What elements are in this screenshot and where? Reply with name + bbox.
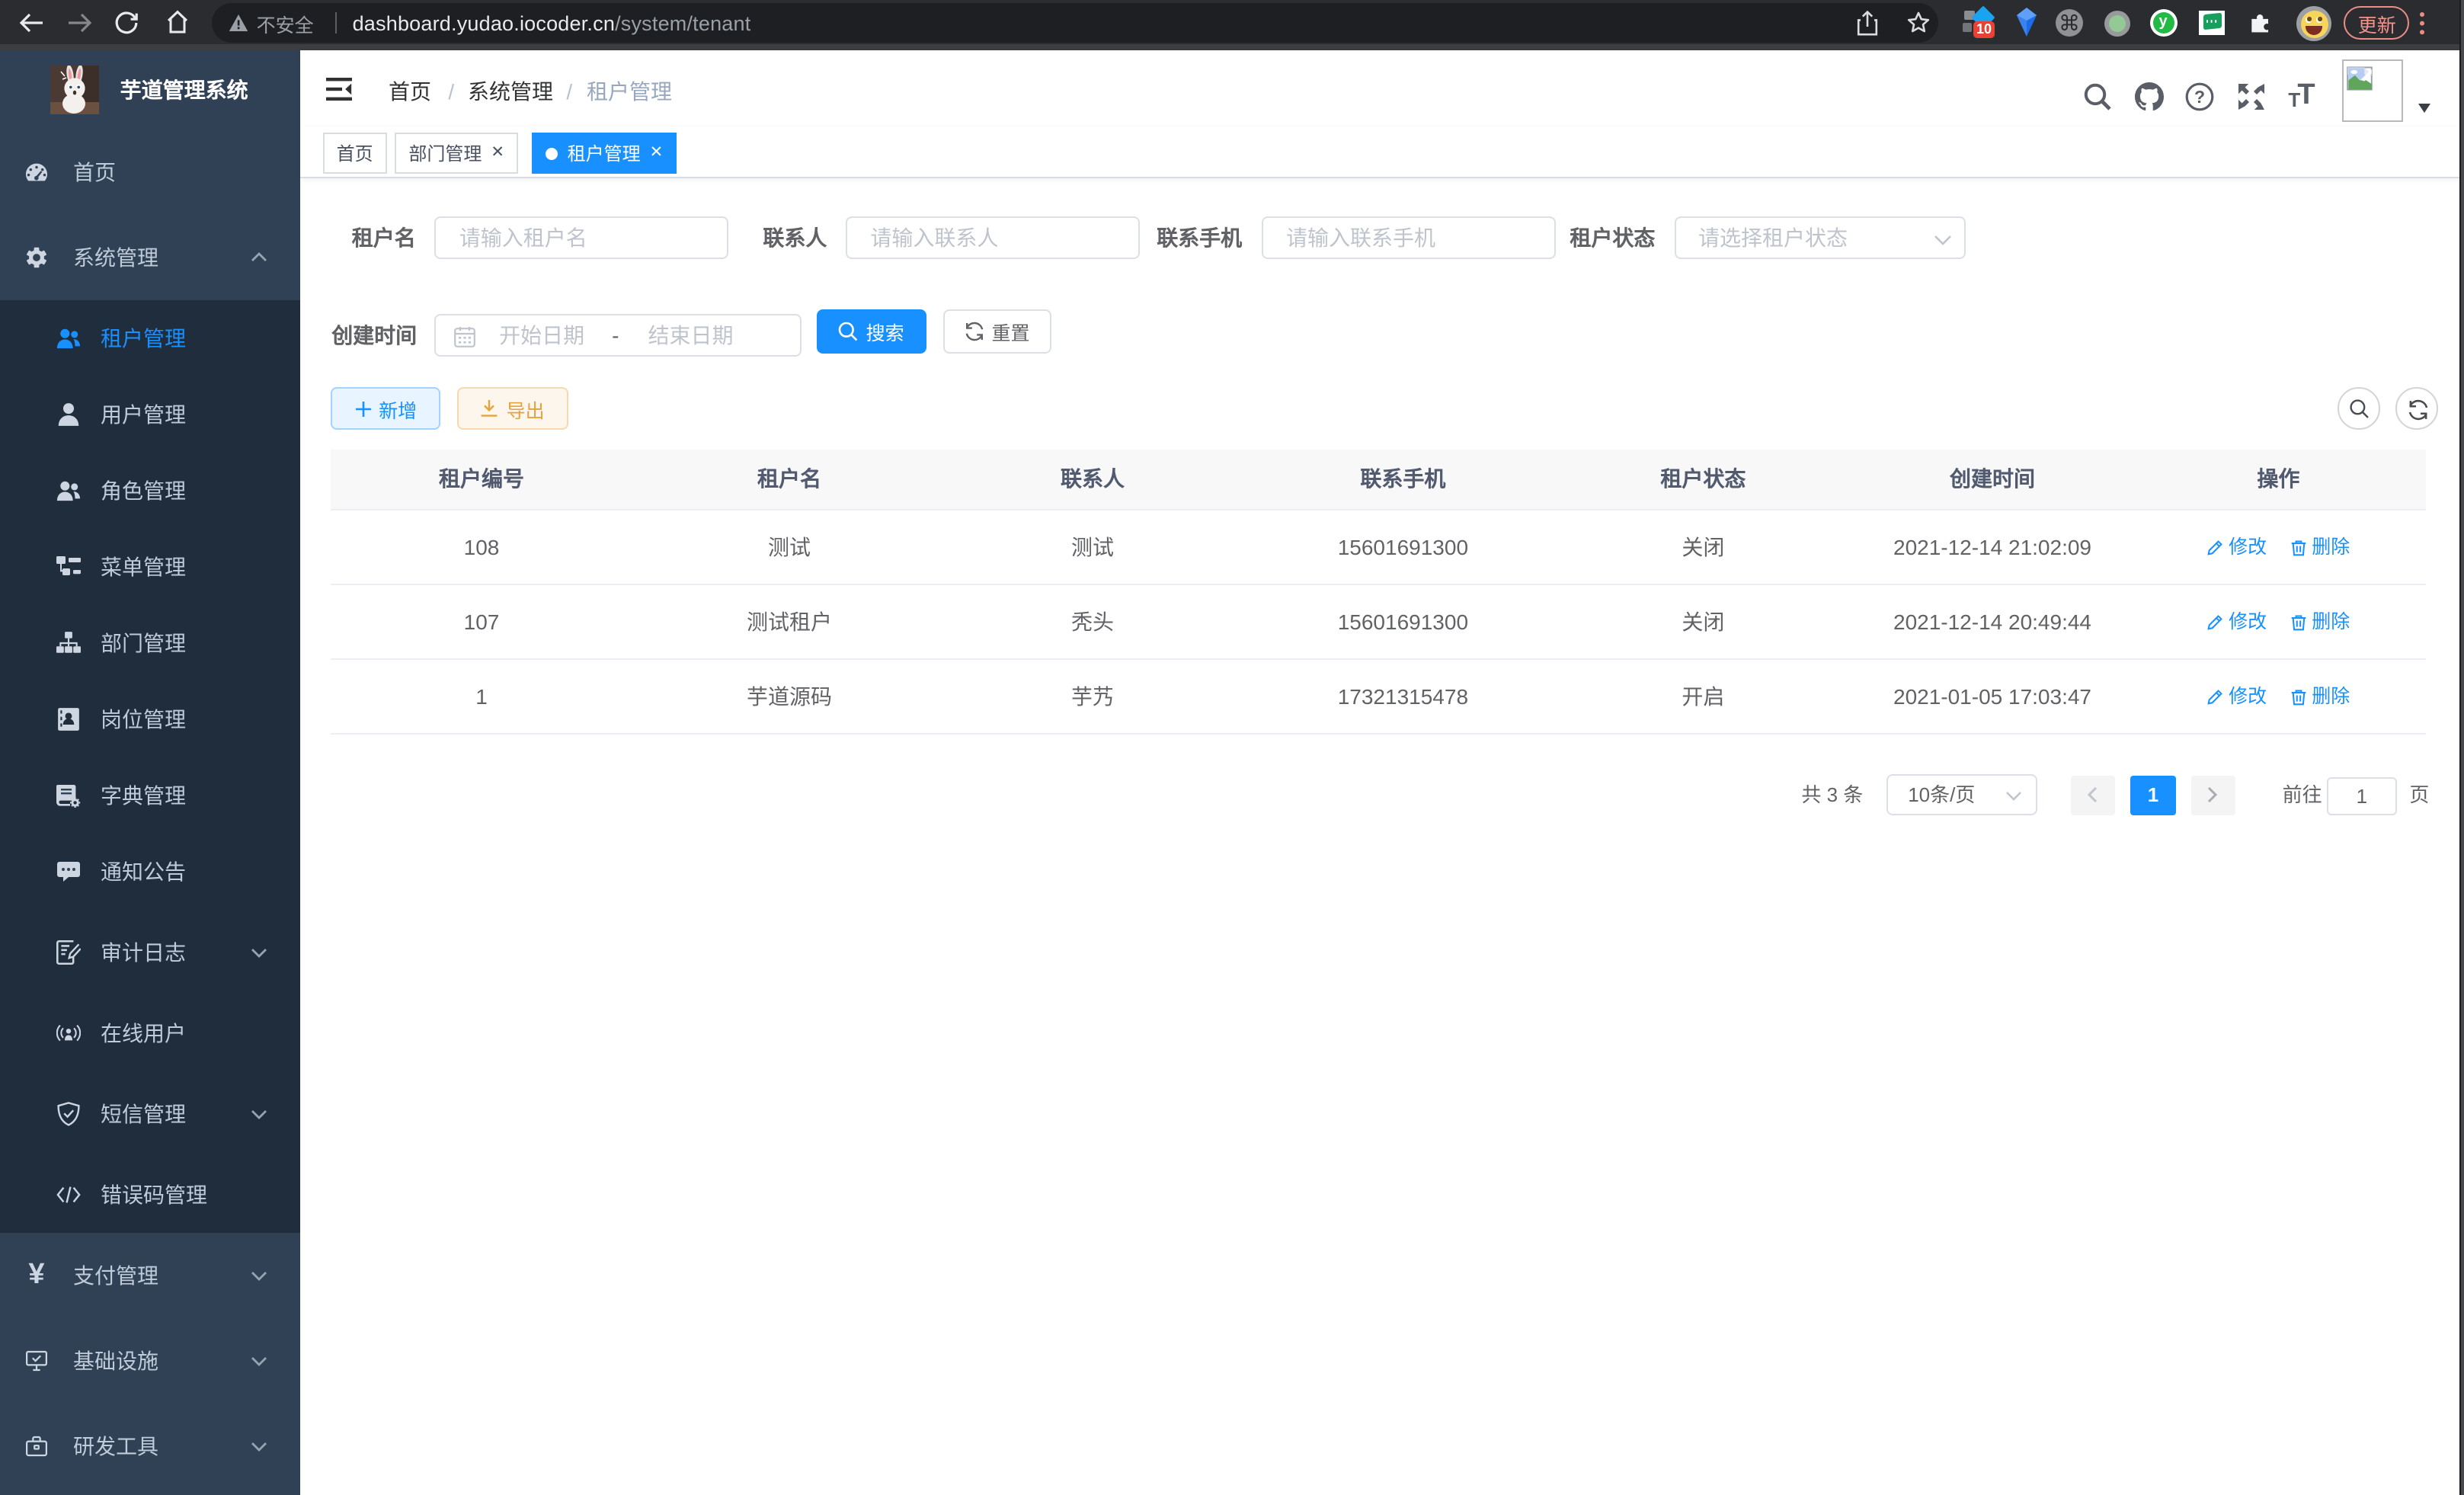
- svg-text:?: ?: [2195, 87, 2206, 107]
